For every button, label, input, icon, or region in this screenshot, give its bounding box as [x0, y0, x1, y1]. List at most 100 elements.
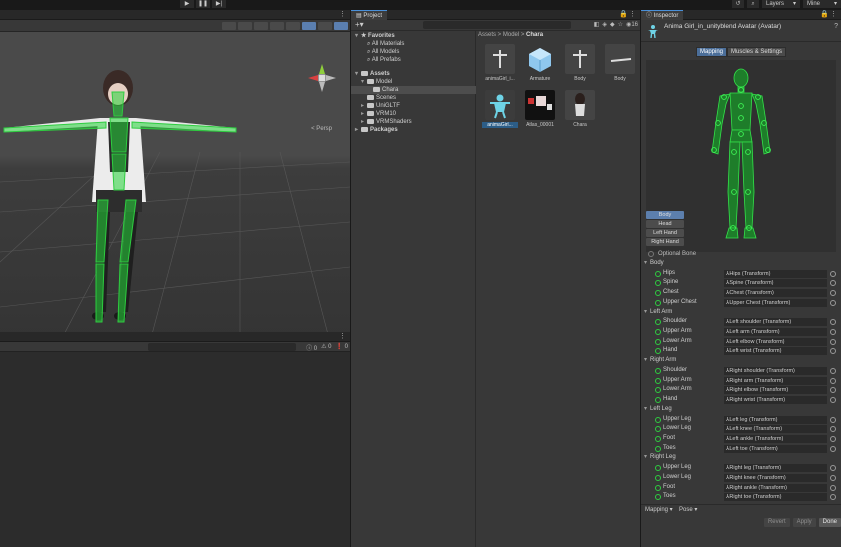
asset-item[interactable]: Atlas_00001: [522, 90, 558, 128]
bone-transform-field[interactable]: ⅄Left arm (Transform): [724, 328, 827, 337]
tag-icon[interactable]: ◆: [610, 21, 615, 28]
visibility-toggle-icon[interactable]: [302, 22, 316, 30]
breadcrumb-assets[interactable]: Assets: [478, 32, 496, 38]
object-picker-icon[interactable]: [830, 445, 836, 452]
object-picker-icon[interactable]: [830, 397, 836, 404]
bone-transform-field[interactable]: ⅄Upper Chest (Transform): [724, 298, 827, 307]
lighting-toggle-icon[interactable]: [254, 22, 268, 30]
layers-dropdown[interactable]: Layers ▾: [762, 0, 800, 8]
bone-group-header[interactable]: ▾ Body: [641, 259, 841, 269]
effects-toggle-icon[interactable]: [286, 22, 300, 30]
bone-transform-field[interactable]: ⅄Spine (Transform): [724, 279, 827, 288]
object-picker-icon[interactable]: [830, 494, 836, 501]
object-picker-icon[interactable]: [830, 338, 836, 345]
tree-item-assets[interactable]: ▾ Assets: [355, 70, 390, 78]
breadcrumb-chara[interactable]: Chara: [526, 32, 543, 38]
bone-transform-field[interactable]: ⅄Left toe (Transform): [724, 444, 827, 453]
body-part-head[interactable]: Head: [646, 220, 684, 228]
tree-item-all-models[interactable]: ⌕ All Models: [367, 48, 399, 56]
console-search-input[interactable]: [148, 343, 296, 351]
object-picker-icon[interactable]: [830, 367, 836, 374]
2d-toggle-button[interactable]: [238, 22, 252, 30]
tree-item-scenes[interactable]: Scenes: [367, 94, 396, 102]
bone-transform-field[interactable]: ⅄Right wrist (Transform): [724, 396, 827, 405]
apply-button[interactable]: Apply: [792, 518, 816, 527]
bone-transform-field[interactable]: ⅄Left knee (Transform): [724, 425, 827, 434]
camera-settings-icon[interactable]: [318, 22, 332, 30]
object-picker-icon[interactable]: [830, 387, 836, 394]
bone-group-header[interactable]: ▾ Left Leg: [641, 405, 841, 415]
done-button[interactable]: Done: [818, 518, 841, 527]
pause-icon[interactable]: ❚❚: [196, 0, 210, 8]
help-icon[interactable]: ?: [834, 23, 838, 30]
tree-item-favorites[interactable]: ▾ ★ Favorites: [355, 32, 395, 40]
bone-group-header[interactable]: ▾ Right Leg: [641, 453, 841, 463]
object-picker-icon[interactable]: [830, 290, 836, 297]
lock-icon[interactable]: 🔒: [619, 10, 628, 20]
breadcrumb-model[interactable]: Model: [503, 32, 519, 38]
tab-mapping[interactable]: Mapping: [696, 47, 728, 57]
bone-transform-field[interactable]: ⅄Right knee (Transform): [724, 473, 827, 482]
bone-group-header[interactable]: ▾ Right Arm: [641, 356, 841, 366]
search-by-label-icon[interactable]: ◈: [602, 21, 607, 28]
bone-transform-field[interactable]: ⅄Left elbow (Transform): [724, 337, 827, 346]
asset-item[interactable]: Body: [562, 44, 598, 82]
bone-transform-field[interactable]: ⅄Left shoulder (Transform): [724, 318, 827, 327]
bone-group-header[interactable]: ▾ Left Arm: [641, 308, 841, 318]
undo-history-icon[interactable]: ↺: [732, 0, 744, 8]
tab-inspector[interactable]: ⓘ Inspector: [641, 10, 684, 20]
body-part-left-hand[interactable]: Left Hand: [646, 229, 684, 237]
tree-item-model[interactable]: ▾ Model: [361, 78, 392, 86]
hidden-packages-toggle[interactable]: ◉16: [626, 21, 638, 28]
object-picker-icon[interactable]: [830, 435, 836, 442]
tab-muscles-settings[interactable]: Muscles & Settings: [727, 47, 787, 57]
bone-transform-field[interactable]: ⅄Right toe (Transform): [724, 493, 827, 502]
lock-icon[interactable]: 🔒: [820, 10, 829, 20]
object-picker-icon[interactable]: [830, 484, 836, 491]
persp-label[interactable]: < Persp: [311, 126, 332, 132]
tree-item-vrmshaders[interactable]: ▸ VRMShaders: [361, 118, 412, 126]
bone-transform-field[interactable]: ⅄Right ankle (Transform): [724, 483, 827, 492]
object-picker-icon[interactable]: [830, 465, 836, 472]
mapping-dropdown[interactable]: Mapping ▾: [645, 506, 673, 513]
asset-item[interactable]: animaGirl_i...: [482, 44, 518, 82]
log-count[interactable]: ⓘ 0: [306, 343, 317, 352]
object-picker-icon[interactable]: [830, 348, 836, 355]
search-icon[interactable]: ⌕: [747, 0, 759, 8]
gizmos-toggle-icon[interactable]: [334, 22, 348, 30]
layout-dropdown[interactable]: Mine ▾: [803, 0, 841, 8]
object-picker-icon[interactable]: [830, 329, 836, 336]
kebab-menu-icon[interactable]: ⋮: [339, 332, 346, 342]
search-by-type-icon[interactable]: ◧: [594, 21, 600, 28]
pose-dropdown[interactable]: Pose ▾: [679, 506, 697, 513]
object-picker-icon[interactable]: [830, 270, 836, 277]
revert-button[interactable]: Revert: [763, 518, 790, 527]
tab-project[interactable]: ▤ Project: [351, 10, 388, 20]
bone-transform-field[interactable]: ⅄Right shoulder (Transform): [724, 366, 827, 375]
asset-item-selected[interactable]: animaGirl...: [482, 90, 518, 128]
asset-item[interactable]: Body: [602, 44, 638, 82]
play-icon[interactable]: ▶: [180, 0, 194, 8]
asset-item[interactable]: Armature: [522, 44, 558, 82]
bone-transform-field[interactable]: ⅄Right elbow (Transform): [724, 386, 827, 395]
tree-item-all-prefabs[interactable]: ⌕ All Prefabs: [367, 56, 401, 64]
bone-transform-field[interactable]: ⅄Left ankle (Transform): [724, 434, 827, 443]
bone-transform-field[interactable]: ⅄Right leg (Transform): [724, 464, 827, 473]
object-picker-icon[interactable]: [830, 416, 836, 423]
tree-item-chara[interactable]: Chara: [351, 86, 476, 94]
asset-item[interactable]: Chara: [562, 90, 598, 128]
tree-item-all-materials[interactable]: ⌕ All Materials: [367, 40, 404, 48]
object-picker-icon[interactable]: [830, 299, 836, 306]
bone-transform-field[interactable]: ⅄Left wrist (Transform): [724, 347, 827, 356]
kebab-menu-icon[interactable]: ⋮: [830, 10, 837, 20]
object-picker-icon[interactable]: [830, 319, 836, 326]
bone-transform-field[interactable]: ⅄Left leg (Transform): [724, 415, 827, 424]
step-icon[interactable]: ▶|: [212, 0, 226, 8]
object-picker-icon[interactable]: [830, 280, 836, 287]
body-part-right-hand[interactable]: Right Hand: [646, 238, 684, 246]
warning-count[interactable]: ⚠ 0: [321, 343, 331, 352]
project-search-input[interactable]: [423, 21, 571, 29]
bone-transform-field[interactable]: ⅄Right arm (Transform): [724, 376, 827, 385]
shading-mode-button[interactable]: [222, 22, 236, 30]
star-icon[interactable]: ☆: [618, 21, 623, 28]
